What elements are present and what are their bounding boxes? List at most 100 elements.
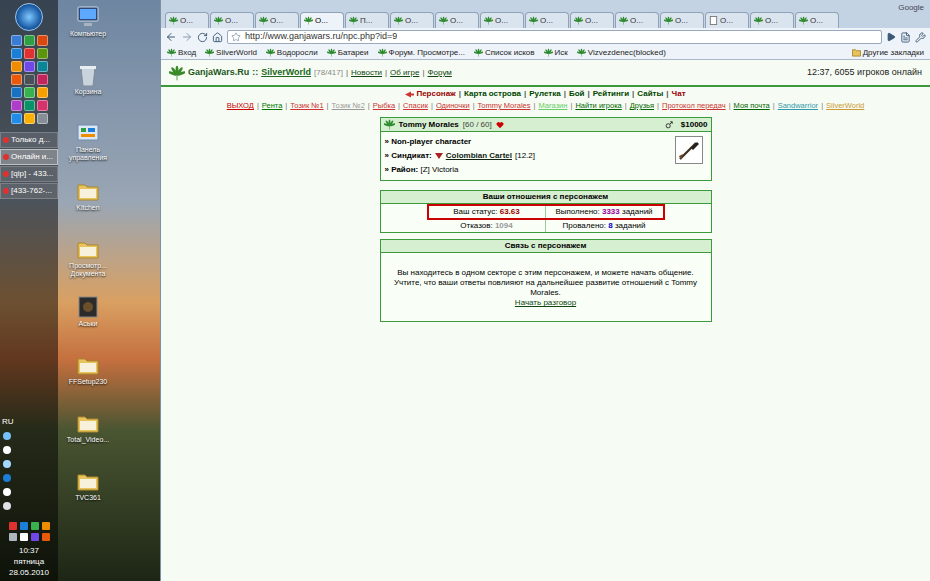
browser-tab[interactable]: О... <box>795 12 839 28</box>
nav-item[interactable]: Чат <box>672 88 686 100</box>
tray-icon[interactable] <box>3 446 11 454</box>
nav-item[interactable]: Сайты <box>637 88 663 100</box>
tray-icon[interactable] <box>20 533 28 541</box>
header-link[interactable]: Новости <box>351 67 382 79</box>
desktop-icon[interactable]: Аськи <box>62 294 114 352</box>
sub-nav-link[interactable]: Протокол передач <box>662 100 726 111</box>
nav-item[interactable]: Персонаж <box>405 88 455 100</box>
sub-nav-link[interactable]: Тозик №1 <box>290 100 323 111</box>
quick-launch-icon[interactable] <box>24 100 35 111</box>
home-icon[interactable] <box>212 32 223 43</box>
tray-icon[interactable] <box>31 522 39 530</box>
page-menu-icon[interactable] <box>900 32 911 43</box>
quick-launch-icon[interactable] <box>24 113 35 124</box>
bookmark[interactable]: Список исков <box>474 47 535 59</box>
quick-launch-icon[interactable] <box>11 35 22 46</box>
sub-nav-link[interactable]: Одиночки <box>436 100 470 111</box>
nav-item[interactable]: Бой <box>569 88 585 100</box>
wrench-icon[interactable] <box>915 32 926 43</box>
browser-tab[interactable]: О... <box>615 12 659 28</box>
syndicate-link[interactable]: Colombian Cartel <box>446 150 512 162</box>
site-name[interactable]: GanjaWars.Ru <box>188 66 249 80</box>
bookmark[interactable]: Водоросли <box>266 47 318 59</box>
desktop-icon[interactable]: Total_Video... <box>62 410 114 468</box>
quick-launch-icon[interactable] <box>24 35 35 46</box>
tray-icon[interactable] <box>3 502 11 510</box>
tray-icon[interactable] <box>9 533 17 541</box>
bookmark[interactable]: Vizvezdenec(blocked) <box>577 47 666 59</box>
sub-nav-link[interactable]: SilverWorld <box>826 100 864 111</box>
quick-launch-icon[interactable] <box>24 61 35 72</box>
tray-icon[interactable] <box>42 533 50 541</box>
play-icon[interactable] <box>886 32 896 42</box>
taskbar-button[interactable]: Только д... <box>0 132 58 148</box>
taskbar-button[interactable]: [qip] - 433... <box>0 166 58 182</box>
start-conversation-link[interactable]: Начать разговор <box>387 298 705 308</box>
bookmark[interactable]: Вход <box>167 47 196 59</box>
bookmark[interactable]: SilverWorld <box>205 47 257 59</box>
tray-icon[interactable] <box>42 522 50 530</box>
browser-tab[interactable]: О... <box>570 12 614 28</box>
sub-nav-link[interactable]: Рыбка <box>373 100 395 111</box>
taskbar-button[interactable]: Онлайн и... <box>0 149 58 165</box>
bookmark[interactable]: Иск <box>544 47 568 59</box>
quick-launch-icon[interactable] <box>37 113 48 124</box>
browser-tab[interactable]: О... <box>300 12 344 28</box>
bookmark[interactable]: Форум. Просмотре... <box>378 47 465 59</box>
start-button[interactable] <box>15 3 43 31</box>
sub-nav-link[interactable]: Моя почта <box>734 100 770 111</box>
quick-launch-icon[interactable] <box>11 74 22 85</box>
desktop-icon[interactable]: Kitchen <box>62 178 114 236</box>
sub-nav-link[interactable]: Найти игрока <box>575 100 621 111</box>
quick-launch-icon[interactable] <box>37 35 48 46</box>
browser-tab[interactable]: П... <box>345 12 389 28</box>
tray-icon[interactable] <box>3 460 11 468</box>
tray-icon[interactable] <box>3 432 11 440</box>
bookmark-star-icon[interactable] <box>231 32 241 42</box>
desktop-icon[interactable]: Просмотр... Документа <box>62 236 114 294</box>
quick-launch-icon[interactable] <box>24 74 35 85</box>
header-link[interactable]: Форум <box>427 67 451 79</box>
desktop-icon[interactable]: Панель управления <box>62 120 114 178</box>
tray-icon[interactable] <box>3 474 11 482</box>
quick-launch-icon[interactable] <box>11 113 22 124</box>
quick-launch-icon[interactable] <box>37 87 48 98</box>
clock[interactable]: 10:37пятница28.05.2010 <box>9 545 49 578</box>
language-indicator[interactable]: RU <box>0 416 14 428</box>
sub-nav-link[interactable]: ВЫХОД <box>227 100 254 111</box>
sub-nav-link[interactable]: Магазин <box>539 100 568 111</box>
quick-launch-icon[interactable] <box>37 100 48 111</box>
browser-tab[interactable]: О... <box>255 12 299 28</box>
browser-tab[interactable]: О... <box>435 12 479 28</box>
weapon-image[interactable] <box>675 136 703 164</box>
tray-icon[interactable] <box>31 533 39 541</box>
world-link[interactable]: SilverWorld <box>261 66 311 80</box>
browser-tab[interactable]: О... <box>705 12 749 28</box>
nav-item[interactable]: Рейтинги <box>593 88 629 100</box>
browser-tab[interactable]: О... <box>525 12 569 28</box>
desktop-icon[interactable]: TVC361 <box>62 468 114 526</box>
browser-tab[interactable]: О... <box>165 12 209 28</box>
sub-nav-link[interactable]: Тозик №2 <box>332 100 365 111</box>
browser-tab[interactable]: О... <box>750 12 794 28</box>
sub-nav-link[interactable]: Tommy Morales <box>478 100 531 111</box>
desktop-icon[interactable]: Корзина <box>62 62 114 120</box>
browser-tab[interactable]: О... <box>210 12 254 28</box>
desktop-icon[interactable]: Компьютер <box>62 4 114 62</box>
sub-nav-link[interactable]: Sandwarrior <box>778 100 818 111</box>
reload-icon[interactable] <box>197 32 208 43</box>
tray-icon[interactable] <box>9 522 17 530</box>
quick-launch-icon[interactable] <box>11 48 22 59</box>
quick-launch-icon[interactable] <box>24 48 35 59</box>
forward-icon[interactable] <box>181 31 193 43</box>
browser-tab[interactable]: О... <box>480 12 524 28</box>
nav-item[interactable]: Рулетка <box>529 88 560 100</box>
back-icon[interactable] <box>165 31 177 43</box>
tray-icon[interactable] <box>3 488 11 496</box>
quick-launch-icon[interactable] <box>11 61 22 72</box>
sub-nav-link[interactable]: Друзья <box>630 100 654 111</box>
other-bookmarks[interactable]: Другие закладки <box>852 47 924 59</box>
browser-tab[interactable]: О... <box>390 12 434 28</box>
browser-tab[interactable]: О... <box>660 12 704 28</box>
address-bar[interactable]: http://www.ganjawars.ru/npc.php?id=9 <box>227 30 882 44</box>
